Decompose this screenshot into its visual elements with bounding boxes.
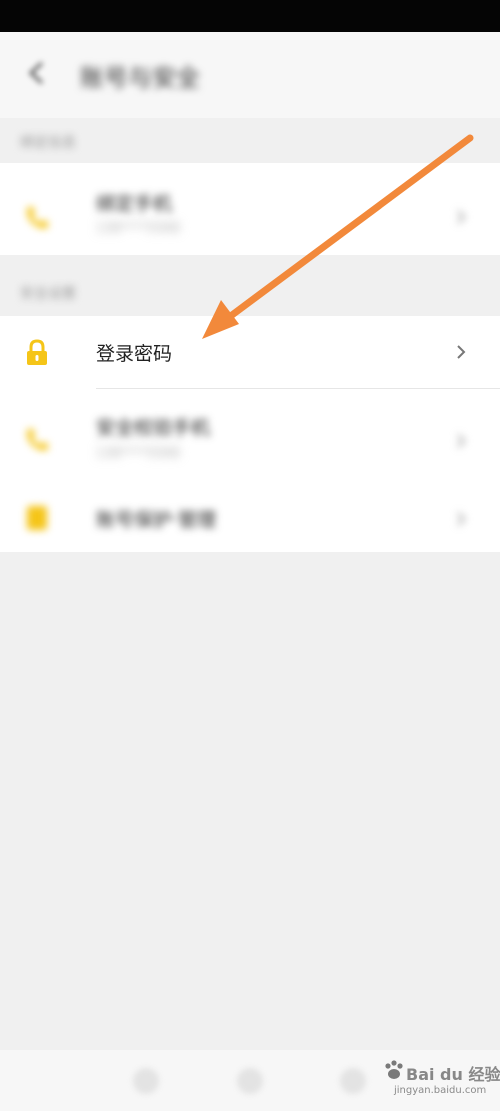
security-card: 登录密码 安全校验手机 138****5568 账号保护·管理 bbox=[0, 316, 500, 552]
watermark-text: Bai du 经验 bbox=[406, 1065, 500, 1084]
baidu-jingyan-watermark: Bai du 经验 jingyan.baidu.com bbox=[380, 1057, 500, 1103]
back-arrow-icon[interactable] bbox=[22, 58, 52, 88]
chevron-right-icon bbox=[457, 345, 466, 359]
section-label-security: 安全设置 bbox=[20, 286, 76, 302]
chevron-right-icon bbox=[457, 210, 466, 224]
account-device-title: 账号保护·管理 bbox=[96, 509, 217, 531]
bind-phone-row[interactable]: 绑定手机 138****5568 bbox=[0, 163, 500, 255]
app-header: 账号与安全 bbox=[0, 32, 500, 118]
safety-phone-title: 安全校验手机 bbox=[96, 417, 211, 439]
chevron-right-icon bbox=[457, 434, 466, 448]
bind-phone-subtitle: 138****5568 bbox=[96, 221, 180, 236]
chevron-right-icon bbox=[457, 512, 466, 526]
nav-home-icon[interactable] bbox=[237, 1068, 263, 1094]
binding-card: 绑定手机 138****5568 bbox=[0, 163, 500, 255]
safety-phone-row[interactable]: 安全校验手机 138****5568 bbox=[0, 389, 500, 479]
phone-icon bbox=[27, 207, 48, 229]
account-device-row[interactable]: 账号保护·管理 bbox=[0, 479, 500, 552]
nav-back-icon[interactable] bbox=[340, 1068, 366, 1094]
bind-phone-title: 绑定手机 bbox=[96, 193, 173, 215]
login-password-row[interactable]: 登录密码 bbox=[0, 316, 500, 388]
phone-icon bbox=[27, 429, 48, 451]
login-password-title: 登录密码 bbox=[96, 343, 173, 365]
section-label-binding: 绑定信息 bbox=[20, 135, 76, 151]
status-bar bbox=[0, 0, 500, 32]
nav-recent-icon[interactable] bbox=[133, 1068, 159, 1094]
paw-icon bbox=[385, 1060, 403, 1079]
page-title: 账号与安全 bbox=[80, 64, 200, 92]
lock-icon bbox=[27, 339, 47, 365]
badge-icon bbox=[27, 506, 47, 530]
watermark-domain: jingyan.baidu.com bbox=[394, 1085, 487, 1096]
safety-phone-subtitle: 138****5568 bbox=[96, 446, 180, 461]
